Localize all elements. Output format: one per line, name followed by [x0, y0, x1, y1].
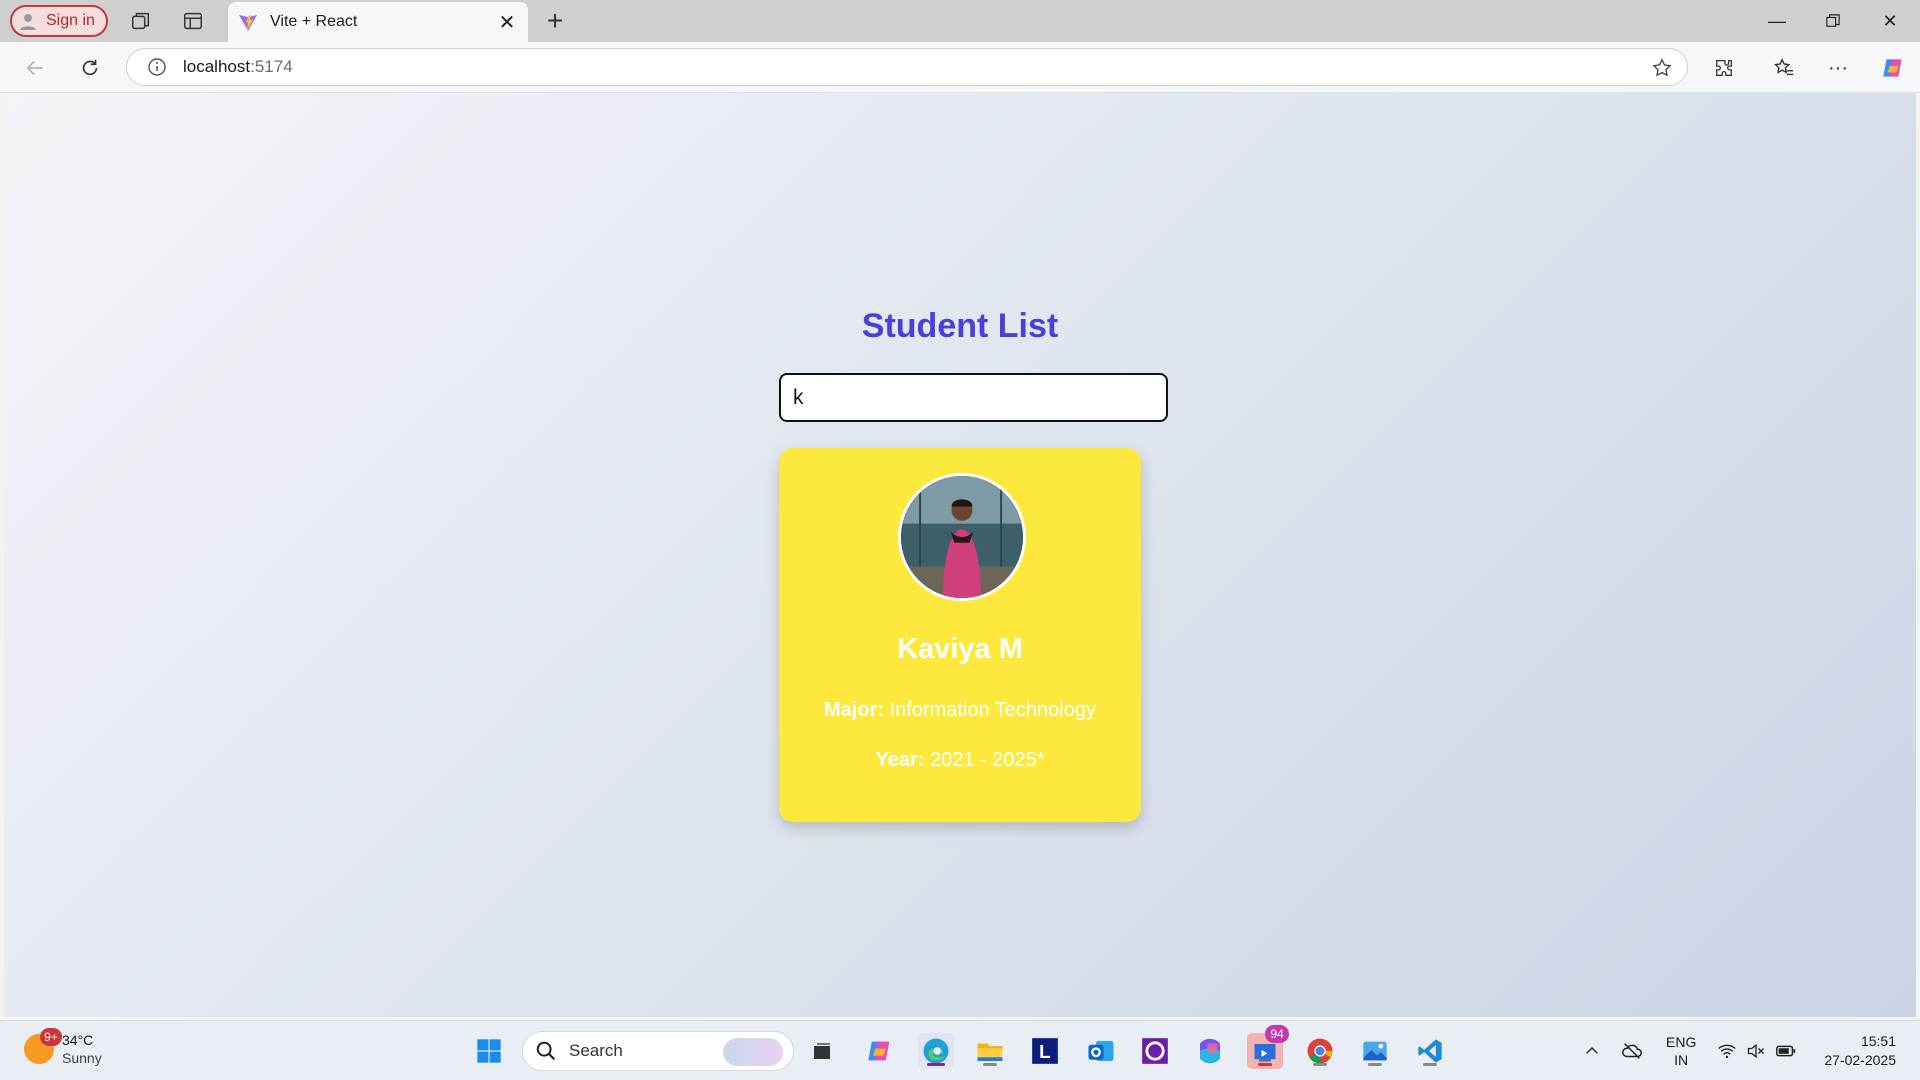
tab-title: Vite + React [270, 13, 358, 30]
browser-tab-bar: Sign in Vite + React ✕ + — ✕ [0, 0, 1920, 42]
copilot-sidebar-icon[interactable] [1879, 54, 1907, 82]
address-bar: localhost:5174 ··· [0, 42, 1920, 93]
refresh-icon[interactable] [76, 54, 104, 82]
wifi-icon[interactable] [1715, 1039, 1739, 1063]
site-info-icon[interactable] [147, 57, 167, 77]
clock-time: 15:51 [1860, 1033, 1896, 1049]
weather-widget[interactable]: 9+ 34°C Sunny [24, 1028, 102, 1067]
student-name: Kaviya M [897, 633, 1023, 665]
file-explorer-icon[interactable] [972, 1033, 1008, 1069]
url-port: :5174 [250, 57, 293, 76]
copilot-icon[interactable] [862, 1033, 898, 1069]
windows-taskbar: 9+ 34°C Sunny Search L 94 ENG IN 15:51 2… [0, 1020, 1920, 1080]
search-highlight-icon [723, 1038, 783, 1066]
vertical-tabs-icon[interactable] [181, 9, 205, 33]
taskbar-search-label: Search [569, 1041, 623, 1060]
year-label: Year: [875, 749, 925, 771]
sign-in-button[interactable]: Sign in [10, 5, 108, 37]
start-icon[interactable] [471, 1033, 507, 1069]
favorites-icon[interactable] [1770, 54, 1798, 82]
more-menu-icon[interactable]: ··· [1824, 54, 1852, 82]
cortana-icon[interactable] [1137, 1033, 1173, 1069]
clock-date: 27-02-2025 [1824, 1052, 1896, 1068]
restore-icon[interactable] [1808, 4, 1858, 38]
teams-badge: 94 [1265, 1025, 1289, 1043]
volume-muted-icon[interactable] [1744, 1039, 1768, 1063]
student-year: Year: 2021 - 2025* [779, 749, 1141, 772]
profile-icon [20, 14, 36, 30]
minimize-icon[interactable]: — [1752, 4, 1802, 38]
m365-icon[interactable] [1192, 1033, 1228, 1069]
student-major: Major: Information Technology [779, 699, 1141, 722]
major-value: Information Technology [889, 699, 1096, 721]
page-title: Student List [861, 307, 1059, 345]
taskbar-search[interactable]: Search [522, 1031, 794, 1071]
vite-logo-icon [239, 13, 257, 31]
tab-vite-react[interactable]: Vite + React ✕ [228, 2, 528, 42]
task-view-icon[interactable] [804, 1033, 840, 1069]
weather-badge: 9+ [40, 1028, 62, 1046]
paint-icon[interactable] [1357, 1033, 1393, 1069]
major-label: Major: [824, 699, 884, 721]
system-clock[interactable]: 15:51 27-02-2025 [1824, 1032, 1896, 1070]
workspaces-icon[interactable] [129, 9, 153, 33]
back-icon[interactable] [21, 54, 49, 82]
language-indicator[interactable]: ENG IN [1666, 1033, 1696, 1069]
svg-text:L: L [1039, 1041, 1050, 1062]
page-viewport: Student List Kaviya M Major: Information… [4, 93, 1916, 1017]
tab-close-icon[interactable]: ✕ [496, 11, 518, 34]
teams-icon[interactable]: 94 [1247, 1025, 1289, 1069]
sign-in-label: Sign in [46, 12, 95, 29]
show-hidden-icons-chevron-icon[interactable] [1580, 1039, 1604, 1063]
student-card: Kaviya M Major: Information Technology Y… [779, 448, 1141, 822]
close-window-icon[interactable]: ✕ [1865, 4, 1915, 38]
onedrive-offline-icon[interactable] [1620, 1039, 1644, 1063]
language-region: IN [1674, 1052, 1689, 1068]
chrome-icon[interactable] [1302, 1033, 1338, 1069]
url-host: localhost [183, 57, 251, 76]
student-search-input[interactable] [779, 373, 1168, 422]
extensions-icon[interactable] [1710, 54, 1738, 82]
outlook-icon[interactable] [1083, 1033, 1119, 1069]
new-tab-icon[interactable]: + [540, 5, 570, 36]
edge-icon[interactable] [918, 1033, 954, 1069]
year-value: 2021 - 2025* [929, 749, 1045, 771]
weather-condition: Sunny [62, 1050, 102, 1066]
sun-icon: 9+ [24, 1028, 62, 1064]
weather-temperature: 34°C [62, 1032, 94, 1048]
search-icon [536, 1041, 556, 1061]
battery-icon[interactable] [1774, 1039, 1798, 1063]
favorite-star-icon[interactable] [1651, 57, 1673, 79]
url-field[interactable]: localhost:5174 [126, 48, 1688, 86]
app-l-icon[interactable]: L [1027, 1033, 1063, 1069]
vscode-icon[interactable] [1412, 1033, 1448, 1069]
language-code: ENG [1666, 1034, 1697, 1050]
student-avatar [898, 473, 1026, 601]
